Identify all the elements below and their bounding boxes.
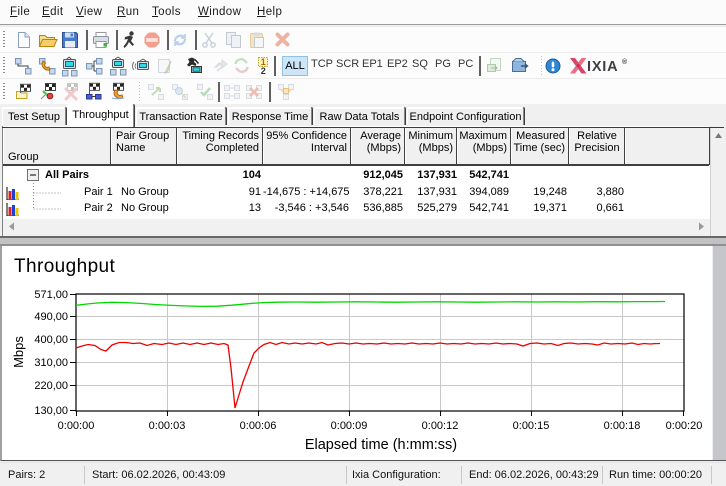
svg-text:0:00:20: 0:00:20 — [666, 420, 703, 432]
svg-text:IXIA: IXIA — [587, 59, 618, 75]
svg-text:571,00: 571,00 — [34, 289, 68, 301]
svg-text:220,00: 220,00 — [34, 380, 68, 392]
svg-text:0:00:15: 0:00:15 — [513, 420, 550, 432]
svg-text:0:00:03: 0:00:03 — [149, 420, 186, 432]
svg-text:0:00:06: 0:00:06 — [240, 420, 277, 432]
svg-text:0:00:18: 0:00:18 — [604, 420, 641, 432]
svg-text:2: 2 — [261, 66, 266, 76]
svg-text:®: ® — [622, 58, 628, 66]
svg-text:310,00: 310,00 — [34, 357, 68, 369]
svg-text:130,00: 130,00 — [34, 405, 68, 417]
svg-text:Mbps: Mbps — [11, 336, 26, 368]
svg-text:0:00:00: 0:00:00 — [58, 420, 95, 432]
svg-text:490,00: 490,00 — [34, 311, 68, 323]
svg-text:Elapsed time (h:mm:ss): Elapsed time (h:mm:ss) — [305, 437, 457, 453]
svg-text:400,00: 400,00 — [34, 334, 68, 346]
svg-text:0:00:09: 0:00:09 — [331, 420, 368, 432]
svg-text:0:00:12: 0:00:12 — [422, 420, 459, 432]
